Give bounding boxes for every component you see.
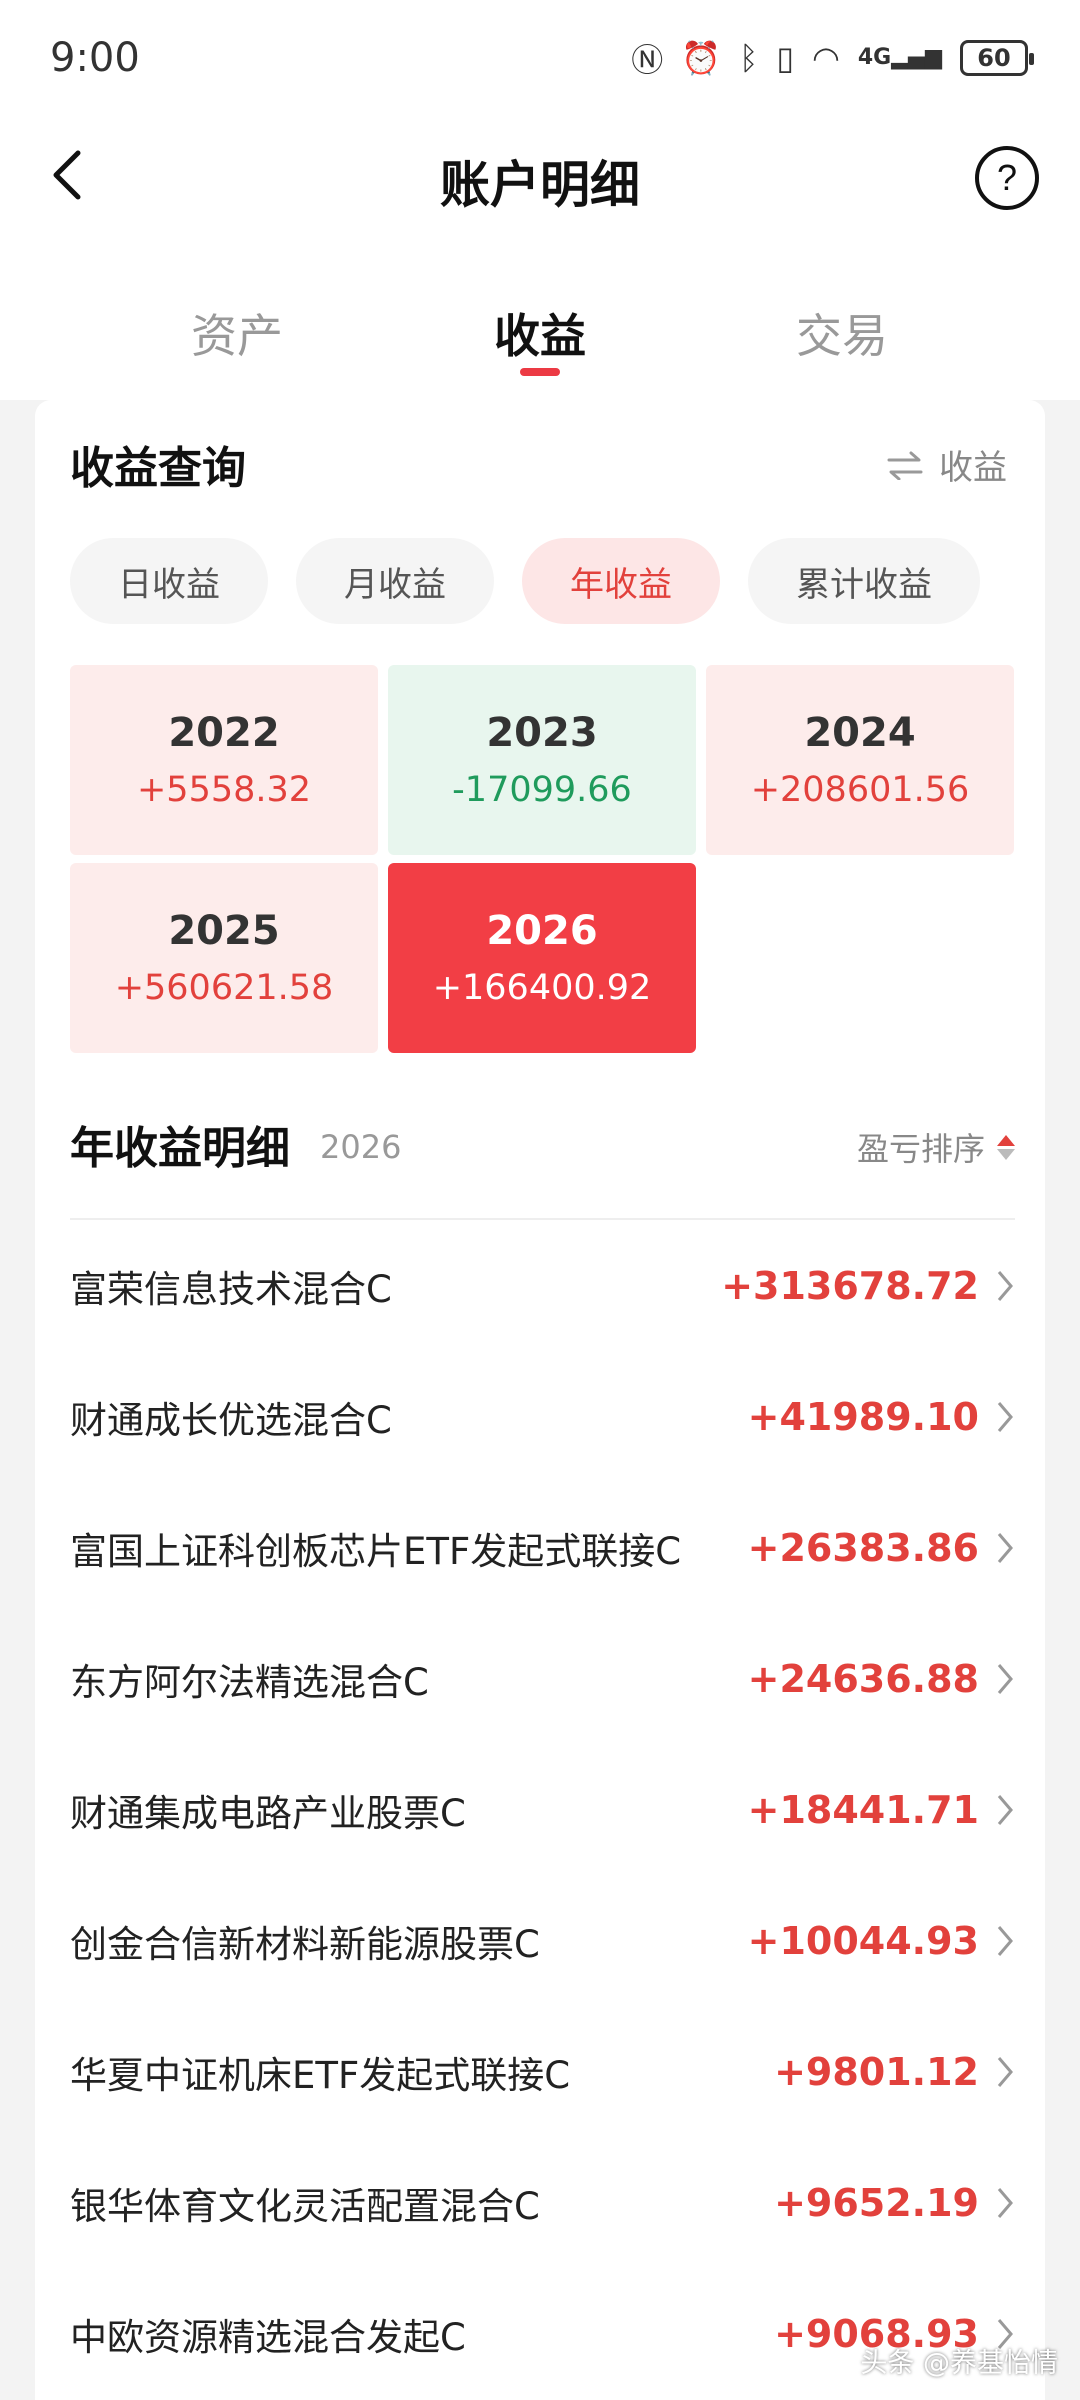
status-icons: Ⓝ ⏰ ᛒ ▯ ◠ 4G▂▄▆ 60: [631, 35, 1034, 81]
toggle-label: 收益: [939, 448, 1007, 488]
nav-bar: 账户明细 ?: [0, 115, 1080, 240]
year-cell-2024[interactable]: 2024 +208601.56: [706, 665, 1014, 855]
year-cell-2022[interactable]: 2022 +5558.32: [70, 665, 378, 855]
watermark: 头条 @养基怡情: [860, 2348, 1058, 2379]
earnings-toggle[interactable]: 收益: [887, 440, 1007, 489]
chip-cumulative[interactable]: 累计收益: [748, 538, 980, 624]
page-title: 账户明细: [440, 156, 640, 214]
fund-name: 财通成长优选混合C: [70, 1398, 392, 1442]
year-label: 2024: [804, 710, 916, 756]
year-cell-2023[interactable]: 2023 -17099.66: [388, 665, 696, 855]
chevron-right-icon: [997, 1532, 1013, 1563]
detail-title: 年收益明细: [70, 1123, 290, 1174]
fund-value: +10044.93: [747, 1918, 979, 1963]
fund-value: +24636.88: [747, 1656, 979, 1701]
chip-monthly[interactable]: 月收益: [296, 538, 494, 624]
list-item[interactable]: 财通成长优选混合C +41989.10: [70, 1351, 1015, 1482]
sort-icon: [997, 1134, 1015, 1160]
fund-list: 富荣信息技术混合C +313678.72 财通成长优选混合C +41989.10…: [70, 1220, 1015, 2399]
fund-value: +26383.86: [747, 1525, 979, 1570]
fund-name: 富荣信息技术混合C: [70, 1267, 392, 1311]
list-item[interactable]: 东方阿尔法精选混合C +24636.88: [70, 1613, 1015, 1744]
fund-name: 东方阿尔法精选混合C: [70, 1660, 429, 1704]
year-value: +208601.56: [750, 770, 970, 810]
fund-value: +41989.10: [747, 1394, 979, 1439]
fund-value: +313678.72: [721, 1263, 979, 1308]
sort-label: 盈亏排序: [856, 1130, 985, 1168]
sort-button[interactable]: 盈亏排序: [857, 1124, 1015, 1170]
network-label: 4G: [857, 45, 892, 70]
year-grid: 2022 +5558.32 2023 -17099.66 2024 +20860…: [70, 665, 1015, 1055]
tab-assets[interactable]: 资产: [191, 300, 283, 366]
earnings-card: 收益查询 收益 日收益 月收益 年收益 累计收益 2022 +5558.32 2…: [35, 400, 1045, 2400]
year-label: 2025: [168, 908, 280, 954]
chevron-right-icon: [997, 1401, 1013, 1432]
fund-name: 中欧资源精选混合发起C: [70, 2315, 466, 2359]
alarm-icon: ⏰: [681, 38, 722, 77]
year-label: 2026: [486, 908, 598, 954]
signal-icon: 4G▂▄▆: [857, 45, 942, 70]
tab-bar: 资产 收益 交易: [0, 240, 1080, 400]
year-value: +5558.32: [136, 770, 312, 810]
fund-name: 银华体育文化灵活配置混合C: [70, 2184, 540, 2228]
fund-name: 创金合信新材料新能源股票C: [70, 1922, 540, 1966]
year-cell-2025[interactable]: 2025 +560621.58: [70, 863, 378, 1053]
bluetooth-icon: ᛒ: [739, 38, 759, 77]
fund-name: 财通集成电路产业股票C: [70, 1791, 466, 1835]
fund-name: 富国上证科创板芯片ETF发起式联接C: [70, 1529, 682, 1573]
chevron-right-icon: [997, 2056, 1013, 2087]
chip-yearly[interactable]: 年收益: [522, 538, 720, 624]
vibrate-icon: ▯: [776, 38, 794, 77]
battery-icon: 60: [960, 39, 1034, 76]
list-item[interactable]: 创金合信新材料新能源股票C +10044.93: [70, 1875, 1015, 2006]
year-value: +166400.92: [432, 968, 652, 1008]
status-time: 9:00: [50, 34, 140, 81]
fund-name: 华夏中证机床ETF发起式联接C: [70, 2053, 571, 2097]
earnings-query-title: 收益查询: [70, 443, 246, 494]
chevron-right-icon: [997, 1925, 1013, 1956]
year-label: 2023: [486, 710, 598, 756]
fund-value: +18441.71: [747, 1787, 979, 1832]
list-item[interactable]: 富荣信息技术混合C +313678.72: [70, 1220, 1015, 1351]
year-value: -17099.66: [452, 770, 632, 810]
year-label: 2022: [168, 710, 280, 756]
chip-daily[interactable]: 日收益: [70, 538, 268, 624]
detail-header: 年收益明细 2026 盈亏排序: [70, 1112, 1015, 1182]
list-item[interactable]: 华夏中证机床ETF发起式联接C +9801.12: [70, 2006, 1015, 2137]
swap-icon: [887, 451, 923, 480]
year-value: +560621.58: [114, 968, 334, 1008]
nfc-icon: Ⓝ: [631, 40, 664, 79]
list-item[interactable]: 银华体育文化灵活配置混合C +9652.19: [70, 2137, 1015, 2268]
list-item[interactable]: 富国上证科创板芯片ETF发起式联接C +26383.86: [70, 1482, 1015, 1613]
svg-text:?: ?: [997, 157, 1017, 198]
chevron-right-icon: [997, 1270, 1013, 1301]
detail-year: 2026: [320, 1128, 402, 1166]
tab-earnings[interactable]: 收益: [494, 300, 586, 366]
wifi-icon: ◠: [811, 38, 840, 77]
help-icon[interactable]: ?: [974, 145, 1040, 211]
tab-transactions[interactable]: 交易: [796, 300, 888, 366]
chevron-right-icon: [997, 2187, 1013, 2218]
active-tab-indicator: [520, 368, 560, 376]
fund-value: +9652.19: [774, 2180, 979, 2225]
battery-level: 60: [977, 43, 1011, 72]
chevron-right-icon: [997, 1794, 1013, 1825]
period-chips: 日收益 月收益 年收益 累计收益: [70, 538, 980, 624]
status-bar: 9:00 Ⓝ ⏰ ᛒ ▯ ◠ 4G▂▄▆ 60: [0, 0, 1080, 115]
year-cell-2026[interactable]: 2026 +166400.92: [388, 863, 696, 1053]
fund-value: +9801.12: [774, 2049, 979, 2094]
chevron-right-icon: [997, 1663, 1013, 1694]
list-item[interactable]: 财通集成电路产业股票C +18441.71: [70, 1744, 1015, 1875]
